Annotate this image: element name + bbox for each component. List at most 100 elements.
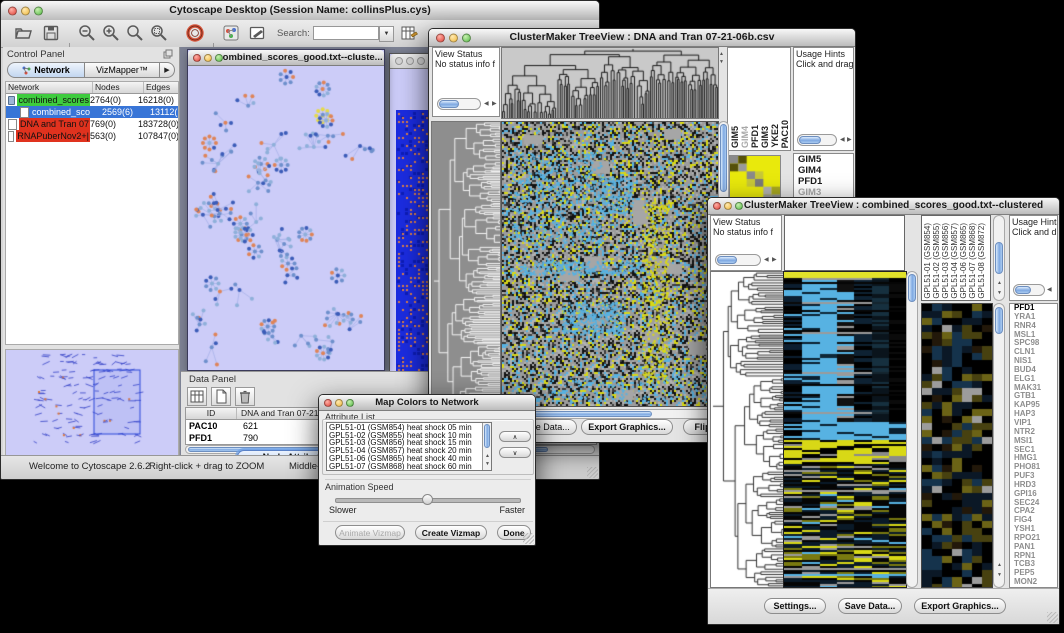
scroll-down-arrow-icon[interactable]: ▼ bbox=[719, 59, 724, 65]
attribute-browser-icon[interactable] bbox=[399, 23, 419, 43]
gene-list-item[interactable]: GIM5 bbox=[796, 154, 853, 165]
zoom-out-icon[interactable] bbox=[77, 23, 97, 43]
summary-heatmap-canvas[interactable] bbox=[729, 155, 781, 203]
select-attributes-button[interactable] bbox=[187, 387, 207, 406]
summary-heatmap-canvas[interactable] bbox=[921, 303, 993, 588]
close-button[interactable] bbox=[193, 54, 201, 62]
column-label[interactable]: GPL51-08 (GSM872) bbox=[977, 223, 986, 299]
column-label[interactable]: GPL51-07 (GSM868) bbox=[968, 223, 977, 299]
scroll-thumb[interactable] bbox=[720, 124, 727, 192]
annotation-icon[interactable] bbox=[247, 23, 267, 43]
network-canvas[interactable] bbox=[189, 66, 381, 368]
column-label[interactable]: GIM5 bbox=[730, 126, 740, 148]
zoom-in-icon[interactable] bbox=[101, 23, 121, 43]
close-button[interactable] bbox=[8, 6, 17, 15]
delete-attribute-button[interactable] bbox=[235, 387, 255, 406]
data-col-id[interactable]: ID bbox=[186, 408, 237, 419]
map-dialog-title-bar[interactable]: Map Colors to Network bbox=[319, 395, 535, 411]
tab-network[interactable]: Network bbox=[7, 62, 85, 78]
network-view-title-bar[interactable]: combined_scores_good.txt--cluste... bbox=[188, 50, 384, 66]
scroll-thumb[interactable] bbox=[799, 136, 821, 144]
search-dropdown-button[interactable]: ▼ bbox=[379, 26, 394, 42]
close-button[interactable] bbox=[713, 202, 721, 210]
view-status-scrollbar[interactable] bbox=[715, 254, 761, 266]
scroll-right-arrow-icon[interactable]: ▶ bbox=[847, 137, 852, 143]
heatmap-vscrollbar[interactable] bbox=[906, 271, 918, 588]
overview-canvas[interactable] bbox=[6, 350, 176, 454]
minimize-button[interactable] bbox=[406, 57, 414, 65]
zoom-button[interactable] bbox=[215, 54, 223, 62]
network-table-header[interactable]: Network Nodes Edges bbox=[6, 82, 178, 94]
col-edges[interactable]: Edges bbox=[144, 82, 178, 93]
scroll-thumb[interactable] bbox=[995, 307, 1003, 334]
zoom-button[interactable] bbox=[346, 399, 354, 407]
scroll-left-arrow-icon[interactable]: ◀ bbox=[764, 257, 769, 263]
float-panel-icon[interactable] bbox=[163, 49, 173, 59]
resize-grip[interactable] bbox=[1047, 612, 1058, 623]
network-table-row[interactable]: RNAPuberNov2+| 563(0) 107847(0) bbox=[6, 130, 178, 142]
scroll-thumb[interactable] bbox=[522, 411, 652, 417]
minimize-button[interactable] bbox=[449, 33, 458, 42]
scroll-thumb[interactable] bbox=[439, 100, 459, 108]
col-nodes[interactable]: Nodes bbox=[93, 82, 144, 93]
animation-speed-slider[interactable] bbox=[335, 498, 521, 503]
treeview1-title-bar[interactable]: ClusterMaker TreeView : DNA and Tran 07-… bbox=[429, 29, 855, 47]
gene-list-item[interactable]: MON2 bbox=[1012, 578, 1057, 587]
scroll-thumb[interactable] bbox=[995, 242, 1003, 274]
column-label[interactable]: PFD1 bbox=[750, 125, 760, 148]
save-data-button[interactable]: Save Data... bbox=[838, 598, 902, 614]
tab-vizmapper[interactable]: VizMapper™ bbox=[85, 62, 160, 78]
close-button[interactable] bbox=[324, 399, 332, 407]
heatmap-canvas[interactable] bbox=[501, 121, 719, 407]
animate-vizmap-button[interactable]: Animate Vizmap bbox=[335, 525, 405, 540]
open-session-icon[interactable] bbox=[13, 23, 33, 43]
scroll-right-arrow-icon[interactable]: ▶ bbox=[492, 101, 497, 107]
zoom-selected-region-icon[interactable] bbox=[149, 23, 169, 43]
scroll-up-arrow-icon[interactable]: ▲ bbox=[719, 51, 724, 57]
zoom-button[interactable] bbox=[34, 6, 43, 15]
column-label[interactable]: GIM4 bbox=[740, 126, 750, 148]
scroll-left-arrow-icon[interactable]: ◀ bbox=[840, 137, 845, 143]
attribute-list-scrollbar[interactable]: ▲ ▼ bbox=[482, 423, 491, 470]
scroll-thumb[interactable] bbox=[908, 274, 916, 302]
settings-button[interactable]: Settings... bbox=[764, 598, 826, 614]
scroll-thumb[interactable] bbox=[484, 424, 490, 448]
column-label[interactable]: GPL51-02 (GSM855) bbox=[932, 223, 941, 299]
column-label[interactable]: GPL51-01 (GSM854) bbox=[923, 223, 932, 299]
close-button[interactable] bbox=[436, 33, 445, 42]
scroll-up-arrow-icon[interactable]: ▲ bbox=[997, 562, 1002, 568]
cytoscape-title-bar[interactable]: Cytoscape Desktop (Session Name: collins… bbox=[1, 1, 599, 21]
zoom-button[interactable] bbox=[462, 33, 471, 42]
slider-thumb[interactable] bbox=[422, 494, 433, 505]
usage-hints-scrollbar[interactable] bbox=[1013, 284, 1045, 296]
gene-list-item[interactable]: PFD1 bbox=[796, 176, 853, 187]
column-labels-scrollbar[interactable]: ▲ ▼ bbox=[993, 215, 1005, 301]
column-label[interactable]: GPL51-04 (GSM857) bbox=[950, 223, 959, 299]
search-input[interactable] bbox=[313, 26, 379, 40]
new-attribute-button[interactable] bbox=[211, 387, 231, 406]
column-label[interactable]: GPL51-03 (GSM856) bbox=[941, 223, 950, 299]
help-lifering-icon[interactable] bbox=[185, 23, 205, 43]
vizmapper-shortcut-icon[interactable] bbox=[221, 23, 241, 43]
scroll-up-arrow-icon[interactable]: ▲ bbox=[485, 453, 490, 459]
row-dendrogram-canvas[interactable] bbox=[431, 121, 501, 407]
create-vizmap-button[interactable]: Create Vizmap bbox=[415, 525, 487, 540]
scroll-up-arrow-icon[interactable]: ▲ bbox=[997, 280, 1002, 286]
attribute-list[interactable]: GPL51-01 (GSM854) heat shock 05 minGPL51… bbox=[326, 422, 492, 471]
gene-list-item[interactable]: GIM4 bbox=[796, 165, 853, 176]
move-up-button[interactable]: ∧ bbox=[499, 431, 531, 442]
col-network[interactable]: Network bbox=[6, 82, 93, 93]
network-table-row[interactable]: combined_scores 2764(0) 16218(0) bbox=[6, 94, 178, 106]
tab-overflow[interactable]: ▶ bbox=[160, 62, 175, 78]
gene-list-panel[interactable]: PFD1YRA1RNR4MSL1SPC98CLN1NIS1BUD4ELG1MAK… bbox=[1009, 303, 1058, 588]
scroll-down-arrow-icon[interactable]: ▼ bbox=[485, 461, 490, 467]
column-label[interactable]: PAC10 bbox=[780, 120, 790, 148]
export-graphics-button[interactable]: Export Graphics... bbox=[581, 419, 673, 435]
scroll-left-arrow-icon[interactable]: ◀ bbox=[1047, 287, 1052, 293]
minimize-button[interactable] bbox=[724, 202, 732, 210]
resize-grip[interactable] bbox=[587, 467, 598, 478]
minimize-button[interactable] bbox=[21, 6, 30, 15]
view-status-scrollbar[interactable] bbox=[437, 98, 481, 110]
gene-list-scrollbar[interactable]: ▲ ▼ bbox=[993, 303, 1005, 588]
column-label[interactable]: GIM3 bbox=[760, 126, 770, 148]
